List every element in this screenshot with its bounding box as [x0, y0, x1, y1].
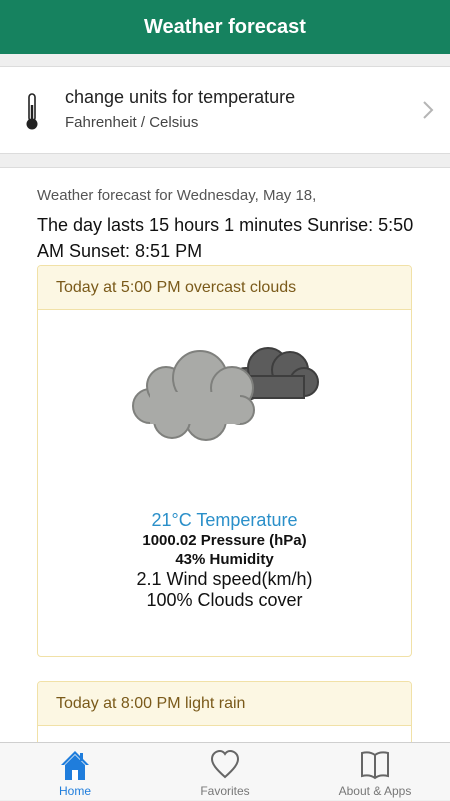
forecast-card-heading: Today at 5:00 PM overcast clouds	[38, 266, 411, 310]
thermometer-icon	[26, 93, 38, 130]
temperature: 21°C Temperature	[151, 510, 298, 530]
change-units-row[interactable]: change units for temperature Fahrenheit …	[0, 66, 450, 154]
heart-icon	[210, 749, 240, 779]
home-icon	[61, 751, 89, 780]
units-subtitle: Fahrenheit / Celsius	[65, 114, 199, 131]
page-title: Weather forecast	[144, 15, 306, 38]
wind-speed: 2.1 Wind speed(km/h)	[136, 569, 313, 589]
clouds-cover: 100% Clouds cover	[146, 590, 303, 610]
humidity: 43% Humidity	[175, 551, 274, 568]
tab-favorites-label: Favorites	[200, 784, 250, 798]
forecast-card: Today at 5:00 PM overcast clouds 21°C Te…	[37, 265, 412, 657]
weather-stats: 21°C Temperature 1000.02 Pressure (hPa) …	[38, 509, 411, 611]
tab-home-label: Home	[58, 784, 91, 798]
units-title: change units for temperature	[65, 87, 296, 107]
tab-favorites[interactable]: Favorites	[150, 743, 300, 801]
chevron-right-icon	[423, 101, 434, 119]
overcast-clouds-icon	[132, 347, 319, 441]
forecast-card: Today at 8:00 PM light rain	[37, 681, 412, 742]
day-info: The day lasts 15 hours 1 minutes Sunrise…	[37, 215, 414, 261]
tab-about-apps-label: About & Apps	[338, 784, 412, 798]
tab-home[interactable]: Home	[0, 743, 150, 801]
forecast-content[interactable]: Weather forecast for Wednesday, May 18, …	[0, 167, 450, 742]
forecast-date: Weather forecast for Wednesday, May 18,	[37, 187, 317, 204]
tab-about-apps[interactable]: About & Apps	[300, 743, 450, 801]
app-header: Weather forecast	[0, 0, 450, 54]
tab-bar: Home Favorites About & Apps	[0, 742, 450, 800]
book-icon	[361, 751, 389, 780]
pressure: 1000.02 Pressure (hPa)	[142, 532, 307, 549]
forecast-card-heading: Today at 8:00 PM light rain	[38, 682, 411, 726]
